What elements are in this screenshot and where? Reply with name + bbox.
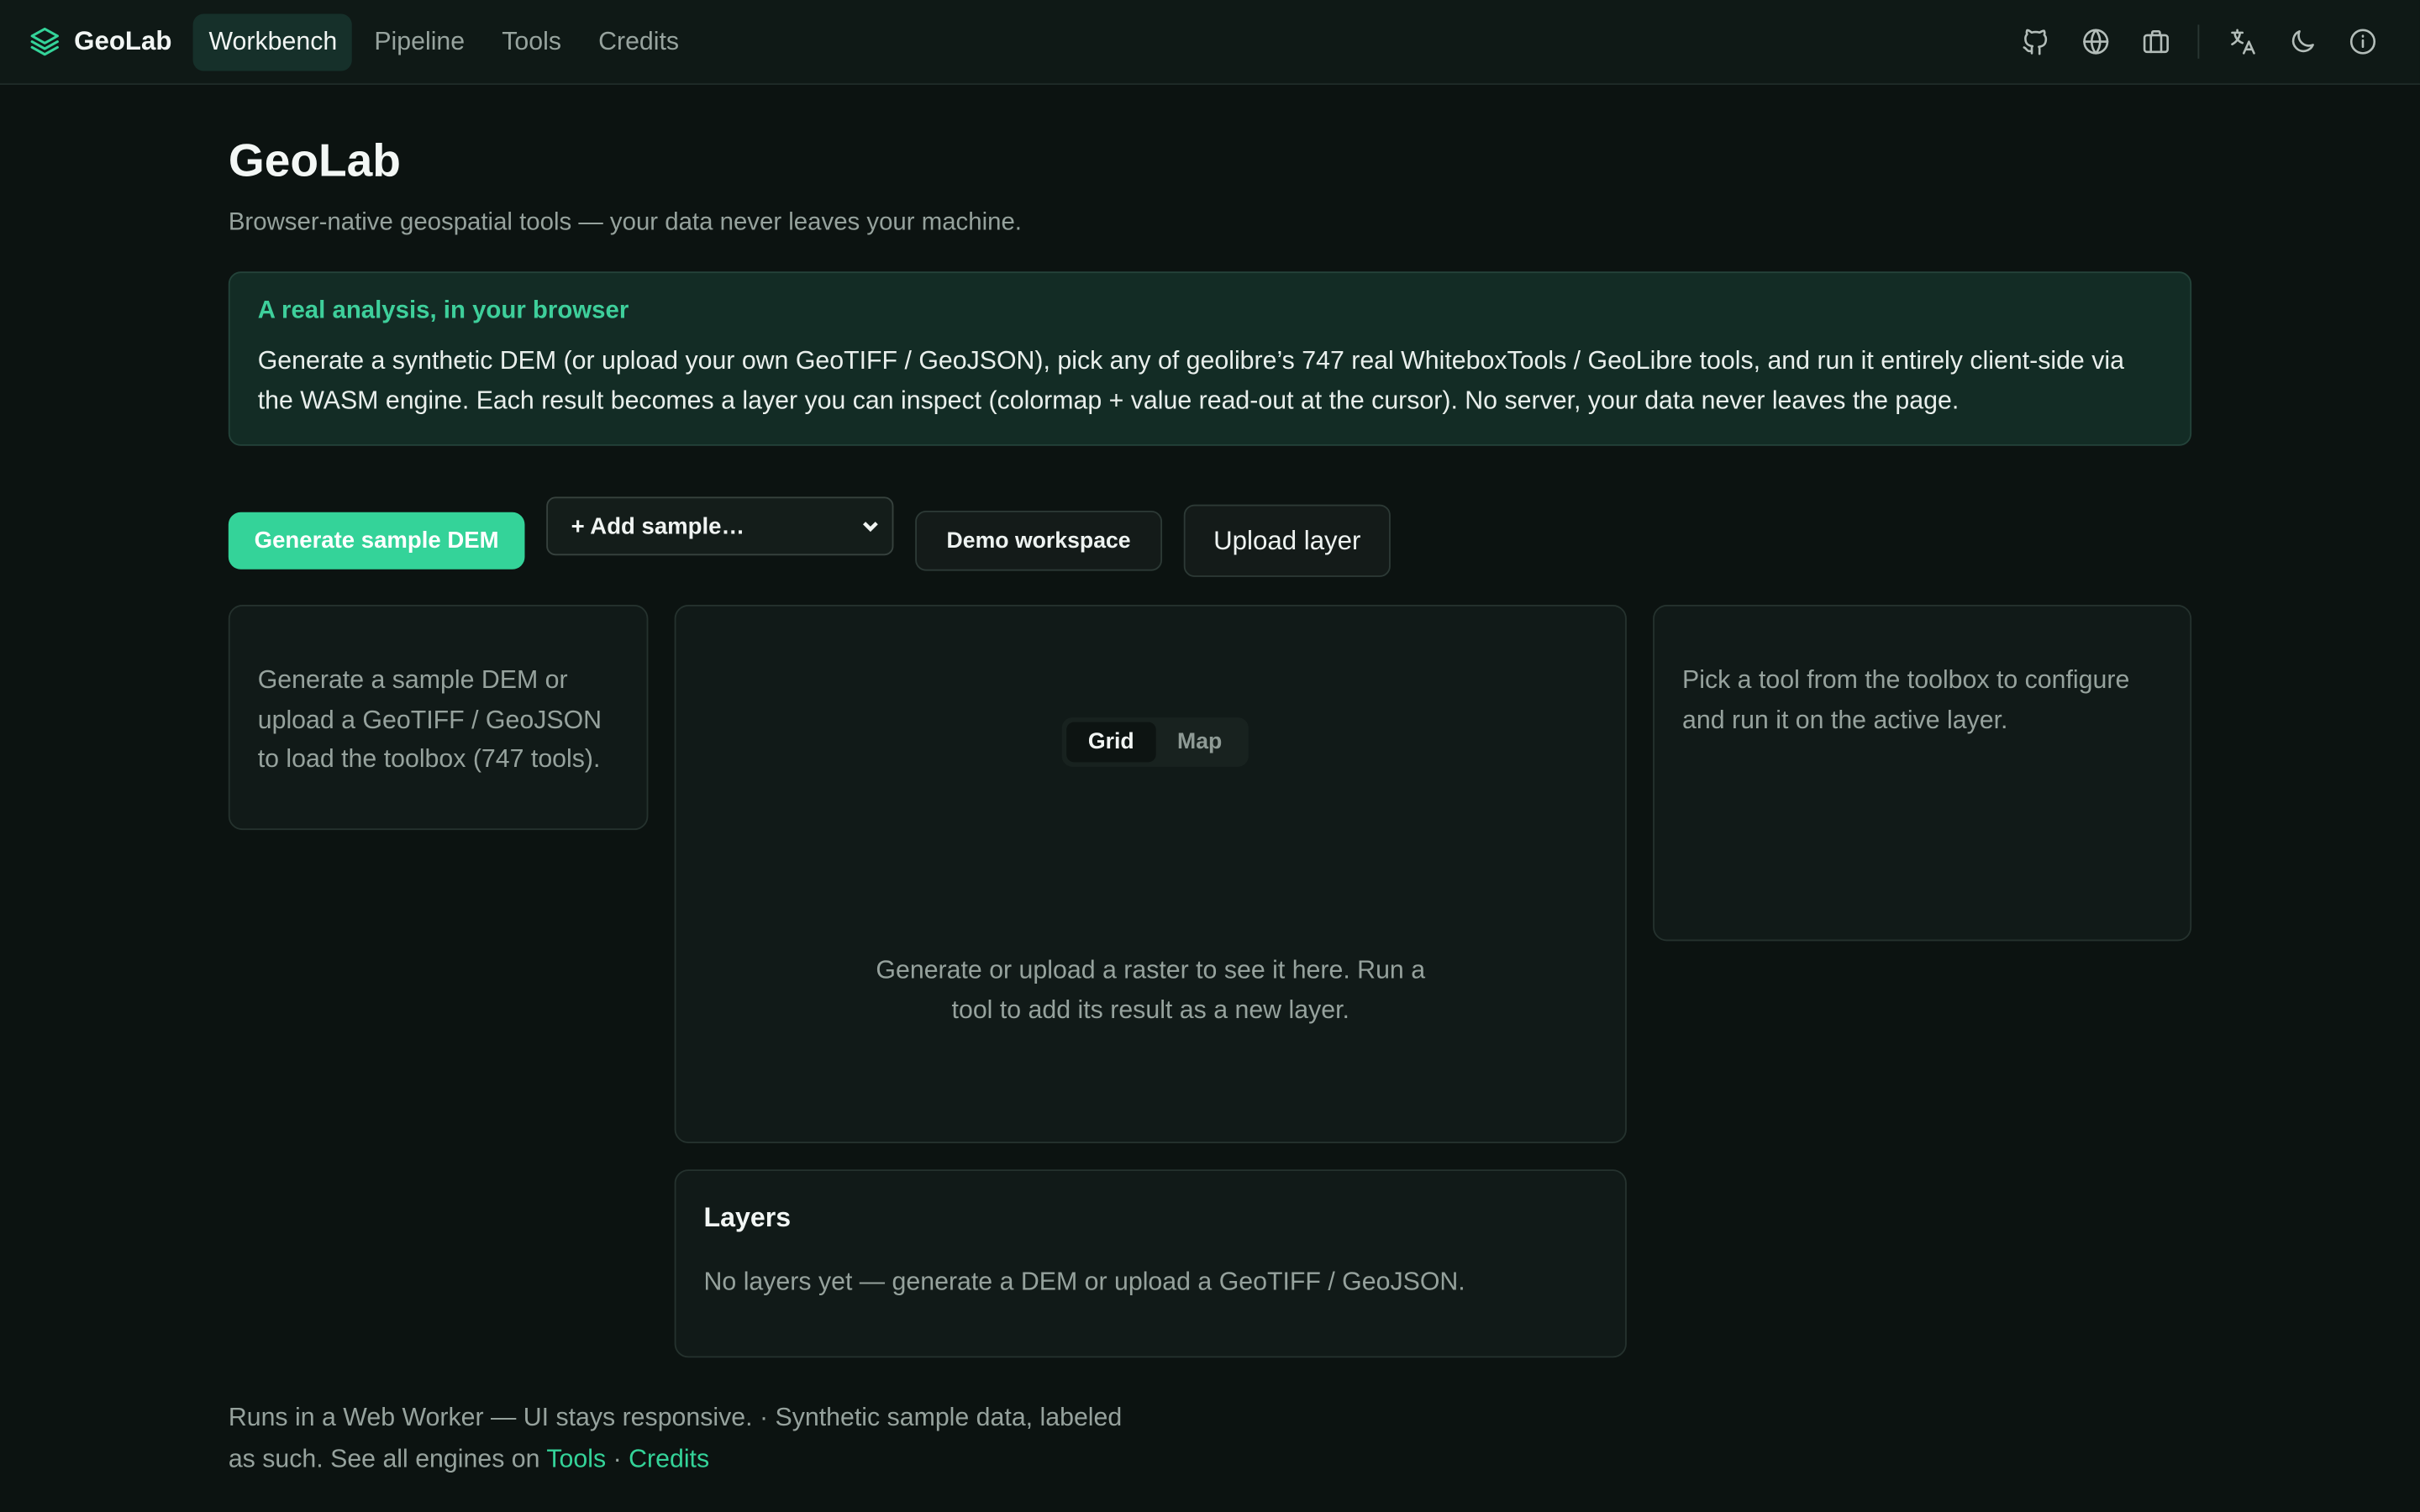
nav-divider	[2197, 24, 2200, 59]
website-button[interactable]	[2065, 14, 2126, 70]
page-title: GeoLab	[228, 135, 401, 187]
portfolio-button[interactable]	[2125, 14, 2186, 70]
info-callout: A real analysis, in your browser Generat…	[228, 271, 2192, 446]
about-button[interactable]	[2332, 14, 2392, 70]
footer-separator: ·	[613, 1445, 622, 1473]
page-subtitle: Browser-native geospatial tools — your d…	[228, 209, 1022, 237]
viewer-panel: Grid Map Generate or upload a raster to …	[674, 604, 1627, 1143]
callout-title: A real analysis, in your browser	[257, 297, 629, 324]
nav-item-workbench[interactable]: Workbench	[193, 13, 353, 71]
view-mode-map[interactable]: Map	[1155, 722, 1244, 763]
layers-icon	[30, 27, 59, 56]
nav-actions	[2005, 14, 2392, 70]
tool-config-empty-text: Pick a tool from the toolbox to configur…	[1682, 666, 2130, 734]
nav-item-tools[interactable]: Tools	[487, 13, 577, 71]
tool-config-panel: Pick a tool from the toolbox to configur…	[1653, 604, 2192, 942]
demo-workspace-button[interactable]: Demo workspace	[915, 510, 1163, 571]
viewer-empty-text: Generate or upload a raster to see it he…	[876, 956, 1426, 1024]
toolbox-empty-text: Generate a sample DEM or upload a GeoTIF…	[257, 666, 602, 774]
chevron-down-icon	[862, 522, 878, 533]
add-sample-selected-value: + Add sample…	[571, 512, 745, 539]
main-nav: Workbench Pipeline Tools Credits	[193, 13, 694, 71]
generate-sample-dem-button[interactable]: Generate sample DEM	[228, 512, 525, 570]
view-mode-grid[interactable]: Grid	[1066, 722, 1156, 763]
brand-name: GeoLab	[74, 26, 172, 56]
footer: Runs in a Web Worker — UI stays responsi…	[229, 1398, 1155, 1479]
github-icon	[2022, 29, 2047, 55]
github-button[interactable]	[2005, 14, 2065, 70]
callout-body: Generate a synthetic DEM (or upload your…	[257, 347, 2124, 416]
moon-icon	[2291, 30, 2313, 53]
app-root: GeoLab Workbench Pipeline Tools Credits	[0, 0, 2420, 1512]
layers-title: Layers	[703, 1201, 792, 1233]
layers-empty-text: No layers yet — generate a DEM or upload…	[703, 1268, 1465, 1296]
nav-item-credits[interactable]: Credits	[583, 13, 695, 71]
brand[interactable]: GeoLab	[28, 24, 171, 58]
nav-item-pipeline[interactable]: Pipeline	[359, 13, 481, 71]
translate-icon	[2230, 29, 2254, 55]
theme-toggle-button[interactable]	[2272, 14, 2333, 70]
add-sample-select[interactable]: + Add sample…	[546, 496, 894, 556]
toolbox-panel: Generate a sample DEM or upload a GeoTIF…	[228, 604, 649, 831]
layers-panel: Layers No layers yet — generate a DEM or…	[674, 1169, 1627, 1358]
globe-icon	[2082, 29, 2108, 55]
info-icon	[2349, 29, 2375, 55]
footer-link-credits[interactable]: Credits	[629, 1445, 709, 1473]
top-navbar: GeoLab Workbench Pipeline Tools Credits	[0, 0, 2420, 86]
language-button[interactable]	[2212, 14, 2272, 70]
briefcase-icon	[2142, 30, 2169, 54]
upload-layer-button[interactable]: Upload layer	[1183, 504, 1391, 577]
view-mode-toggle: Grid Map	[1061, 717, 1249, 767]
footer-link-tools[interactable]: Tools	[546, 1445, 606, 1473]
